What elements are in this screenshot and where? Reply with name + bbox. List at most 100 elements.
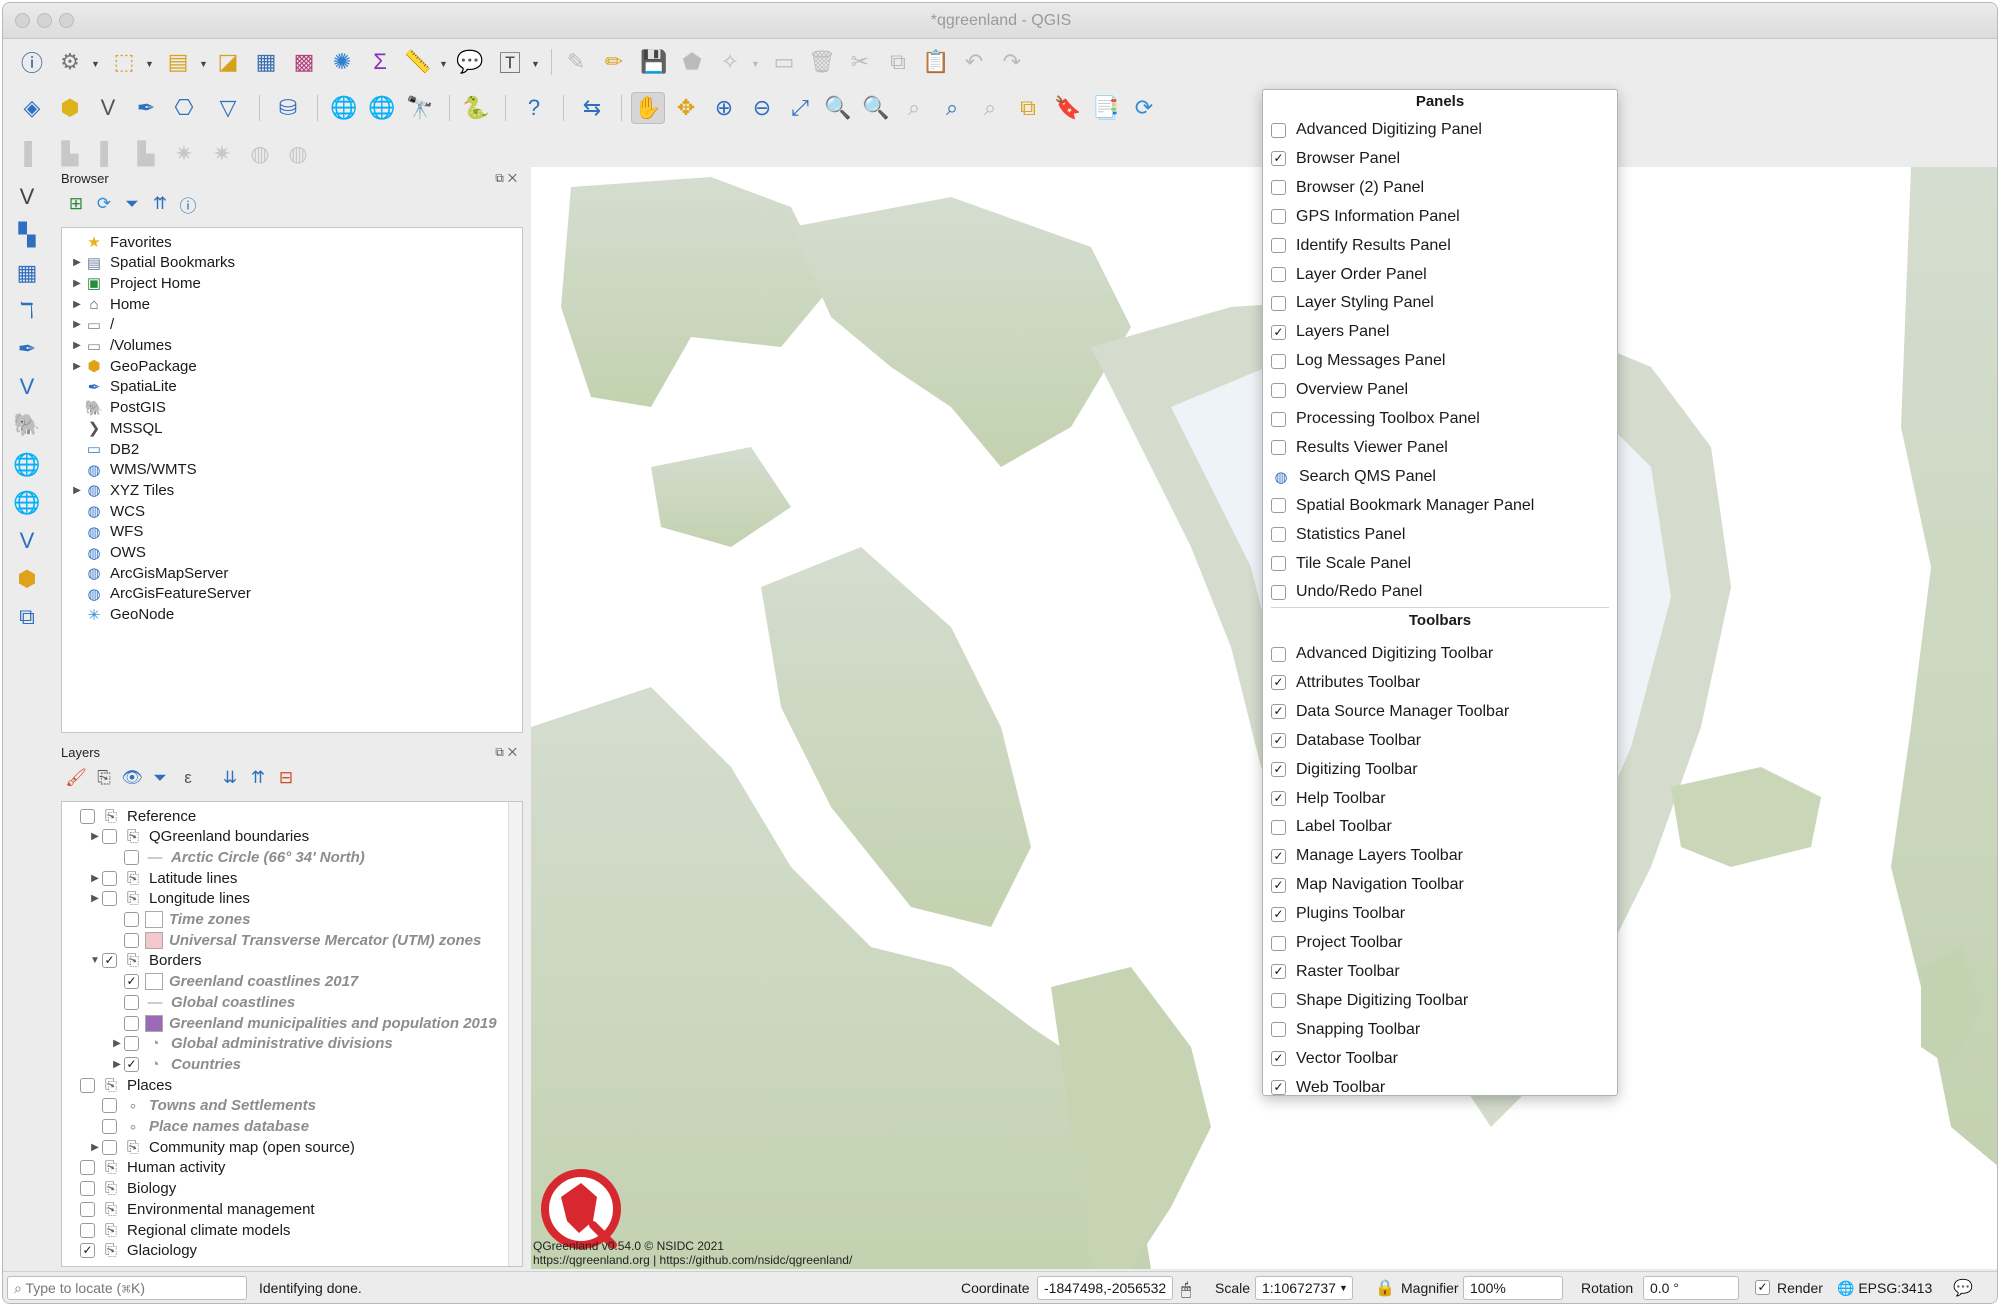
panel-menu-item[interactable]: GPS Information Panel — [1271, 205, 1460, 229]
zoom-to-selection-icon[interactable]: 🔍 — [821, 92, 855, 124]
current-edits-icon[interactable]: ✎ — [559, 46, 593, 78]
menu-checkbox[interactable] — [1271, 527, 1286, 543]
panel-menu-item[interactable]: Results Viewer Panel — [1271, 436, 1448, 460]
new-spatial-bookmark-icon[interactable]: 🔖 — [1051, 92, 1085, 124]
map-tips-icon[interactable]: 💬 — [453, 46, 487, 78]
menu-checkbox[interactable]: ✓ — [1271, 762, 1286, 778]
new-shapefile-layer-icon[interactable]: ⬢ — [9, 563, 45, 595]
layer-visibility-checkbox[interactable] — [124, 849, 139, 865]
expand-arrow-icon[interactable]: ▶ — [110, 1059, 124, 1070]
add-selected-layers-icon[interactable]: ⊞ — [63, 191, 89, 217]
menu-checkbox[interactable]: ✓ — [1271, 1080, 1286, 1095]
browser-item[interactable]: ▭ DB2 — [70, 439, 139, 459]
rotate-label-icon[interactable]: ◍ — [243, 138, 277, 170]
toolbar-menu-item[interactable]: ✓ Vector Toolbar — [1271, 1047, 1398, 1071]
panel-menu-item[interactable]: Browser (2) Panel — [1271, 176, 1424, 200]
save-layer-edits-icon[interactable]: 💾 — [637, 46, 671, 78]
add-vector-layer-icon[interactable]: V — [91, 92, 125, 124]
change-label-icon[interactable]: ◍ — [281, 138, 315, 170]
add-delimited-text-icon[interactable]: ℸ — [9, 295, 45, 327]
browser-item[interactable]: ◍ WCS — [70, 501, 145, 521]
menu-checkbox[interactable] — [1271, 498, 1286, 514]
filter-by-expression-icon[interactable]: ε — [175, 765, 201, 791]
layer-visibility-checkbox[interactable] — [102, 1119, 117, 1134]
locator-search-input[interactable]: ⌕ Type to locate (⌘K) — [7, 1276, 247, 1300]
menu-checkbox[interactable]: ✓ — [1271, 675, 1286, 691]
layer-visibility-checkbox[interactable] — [80, 1222, 95, 1238]
db-manager-icon[interactable]: ⛁ — [271, 92, 305, 124]
expand-arrow-icon[interactable]: ▶ — [110, 1038, 124, 1049]
measure-line-icon[interactable]: 📏 — [401, 46, 435, 78]
browser-item[interactable]: ◍ WFS — [70, 522, 143, 542]
panel-menu-item[interactable]: Tile Scale Panel — [1271, 552, 1411, 576]
menu-checkbox[interactable] — [1271, 295, 1286, 311]
layer-visibility-checkbox[interactable] — [124, 932, 139, 948]
expand-arrow-icon[interactable]: ▶ — [88, 873, 102, 884]
open-data-source-manager-icon[interactable]: ◈ — [15, 92, 49, 124]
layer-row[interactable]: ∘ Towns and Settlements — [88, 1096, 316, 1116]
layer-visibility-checkbox[interactable] — [80, 1160, 95, 1176]
menu-checkbox[interactable]: ✓ — [1271, 906, 1286, 922]
menu-checkbox[interactable] — [1271, 209, 1286, 225]
text-annotation-icon[interactable]: 🅃 — [493, 46, 527, 78]
panel-menu-item[interactable]: Undo/Redo Panel — [1271, 580, 1422, 604]
layer-visibility-checkbox[interactable] — [80, 1181, 95, 1197]
paste-features-icon[interactable]: 📋 — [919, 46, 953, 78]
panel-menu-item[interactable]: Spatial Bookmark Manager Panel — [1271, 494, 1534, 518]
menu-checkbox[interactable]: ✓ — [1271, 1051, 1286, 1067]
search-qms-icon[interactable]: 🔭 — [403, 92, 437, 124]
add-feature-icon[interactable]: ⬟ — [675, 46, 709, 78]
panel-menu-item[interactable]: Identify Results Panel — [1271, 234, 1451, 258]
panel-menu-item[interactable]: Statistics Panel — [1271, 523, 1405, 547]
browser-item[interactable]: ▶ ▣ Project Home — [70, 273, 201, 293]
menu-checkbox[interactable] — [1271, 382, 1286, 398]
menu-checkbox[interactable] — [1271, 440, 1286, 456]
browser-item[interactable]: ◍ ArcGisFeatureServer — [70, 584, 250, 604]
menu-checkbox[interactable]: ✓ — [1271, 848, 1286, 864]
add-wcs-layer-icon[interactable]: 🌐 — [9, 487, 45, 519]
layer-visibility-checkbox[interactable]: ✓ — [80, 1243, 95, 1259]
move-label-icon[interactable]: ✷ — [205, 138, 239, 170]
expand-arrow-icon[interactable]: ▶ — [70, 319, 84, 330]
python-console-icon[interactable]: 🐍 — [459, 92, 493, 124]
chevron-down-icon[interactable]: ▼ — [145, 59, 154, 69]
add-vector-layer-icon[interactable]: V — [9, 181, 45, 213]
zoom-last-icon[interactable]: ⌕ — [935, 92, 969, 124]
panel-menu-item[interactable]: Log Messages Panel — [1271, 349, 1445, 373]
menu-checkbox[interactable] — [1271, 993, 1286, 1009]
layer-visibility-checkbox[interactable] — [80, 1077, 95, 1093]
toolbar-menu-item[interactable]: ✓ Map Navigation Toolbar — [1271, 873, 1464, 897]
select-by-value-icon[interactable]: ▤ — [161, 46, 195, 78]
add-wms-layer-icon[interactable]: 🌐 — [9, 449, 45, 481]
panel-menu-item[interactable]: Layer Styling Panel — [1271, 291, 1434, 315]
toolbar-menu-item[interactable]: ✓ Data Source Manager Toolbar — [1271, 700, 1509, 724]
add-spatialite-layer-icon[interactable]: ✒ — [9, 333, 45, 365]
chevron-down-icon[interactable]: ▼ — [1339, 1283, 1348, 1293]
expand-arrow-icon[interactable]: ▶ — [88, 1142, 102, 1153]
help-contents-icon[interactable]: ? — [517, 92, 551, 124]
panel-menu-item[interactable]: Advanced Digitizing Panel — [1271, 118, 1482, 142]
layers-vertical-scrollbar[interactable] — [508, 802, 522, 1266]
modify-attributes-icon[interactable]: ▭ — [767, 46, 801, 78]
deselect-features-icon[interactable]: ◪ — [211, 46, 245, 78]
chevron-down-icon[interactable]: ▼ — [91, 59, 100, 69]
layer-visibility-checkbox[interactable] — [102, 1139, 117, 1155]
filter-icon[interactable]: ⏷ — [119, 191, 145, 217]
redo-icon[interactable]: ↷ — [995, 46, 1029, 78]
layer-row[interactable]: — Global coastlines — [110, 992, 295, 1012]
vertex-tool-icon[interactable]: ✧ — [713, 46, 747, 78]
copy-features-icon[interactable]: ⧉ — [881, 46, 915, 78]
layer-visibility-checkbox[interactable] — [124, 994, 139, 1010]
layer-row[interactable]: Time zones — [110, 910, 250, 930]
zoom-to-layer-icon[interactable]: 🔍 — [859, 92, 893, 124]
toolbar-menu-item[interactable]: Shape Digitizing Toolbar — [1271, 989, 1468, 1013]
menu-checkbox[interactable]: ✓ — [1271, 964, 1286, 980]
statistical-summary-icon[interactable]: Σ — [363, 46, 397, 78]
properties-icon[interactable]: ⓘ — [175, 191, 201, 217]
add-mesh-layer-icon[interactable]: ▦ — [9, 257, 45, 289]
add-wms-layer-icon[interactable]: ▽ — [211, 92, 245, 124]
browser-item[interactable]: ❯ MSSQL — [70, 418, 163, 438]
menu-checkbox[interactable] — [1271, 267, 1286, 282]
highlight-pinned-icon[interactable]: ▌ — [91, 138, 125, 170]
remove-layer-icon[interactable]: ⊟ — [273, 765, 299, 791]
